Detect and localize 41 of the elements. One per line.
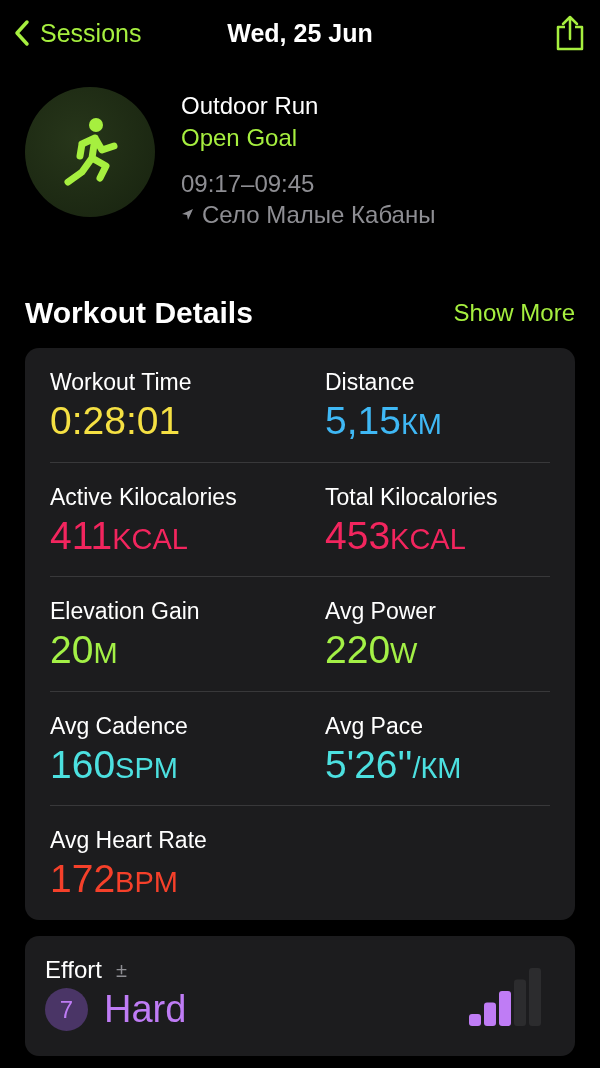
metric-value: 172: [50, 858, 116, 900]
metric-label: Avg Cadence: [50, 711, 189, 740]
back-button[interactable]: Sessions: [14, 18, 142, 48]
metric-unit: W: [390, 637, 418, 670]
share-icon[interactable]: [554, 15, 586, 51]
show-more-link[interactable]: Show More: [453, 299, 575, 327]
metric-unit: М: [93, 637, 118, 670]
metric-label: Avg Power: [325, 597, 437, 625]
metric-unit: SPM: [115, 751, 178, 785]
metric-label: Avg Heart Rate: [50, 826, 208, 854]
metric-unit: КМ: [400, 408, 442, 441]
section-heading: Workout Details: [25, 296, 253, 330]
workout-goal: Open Goal: [181, 123, 299, 153]
metric-value: 220: [325, 629, 391, 671]
metric-value: 5,15: [325, 400, 401, 442]
metric-value: 5'26'': [325, 743, 413, 786]
location-arrow-icon: [181, 208, 194, 221]
metric-label: Avg Pace: [325, 711, 425, 740]
metric-value: 411: [50, 514, 113, 557]
metric-unit: KCAL: [112, 522, 188, 556]
time-range: 09:17–09:45: [181, 169, 316, 199]
metric-value: 160: [50, 743, 116, 786]
effort-label: Effort: [45, 956, 102, 984]
effort-rating: Hard: [104, 988, 187, 1031]
effort-score: 7: [45, 988, 88, 1031]
metric-unit: /КМ: [412, 751, 462, 785]
location: Село Малые Кабаны: [202, 200, 436, 230]
metric-unit: KCAL: [390, 522, 466, 556]
workout-name: Outdoor Run: [181, 91, 320, 121]
metric-label: Elevation Gain: [50, 597, 201, 625]
metric-unit: BPM: [115, 866, 178, 899]
metric-label: Distance: [325, 368, 416, 396]
metric-value: 453: [325, 514, 391, 557]
metric-label: Workout Time: [50, 368, 193, 396]
chevron-left-icon: [14, 19, 30, 47]
metric-label: Total Kilocalories: [325, 482, 499, 511]
adjust-icon[interactable]: ±: [115, 958, 127, 982]
metric-label: Active Kilocalories: [50, 482, 238, 511]
metric-value: 0:28:01: [50, 400, 181, 442]
metric-value: 20: [50, 629, 94, 671]
nav-title: Wed, 25 Jun: [227, 18, 373, 48]
